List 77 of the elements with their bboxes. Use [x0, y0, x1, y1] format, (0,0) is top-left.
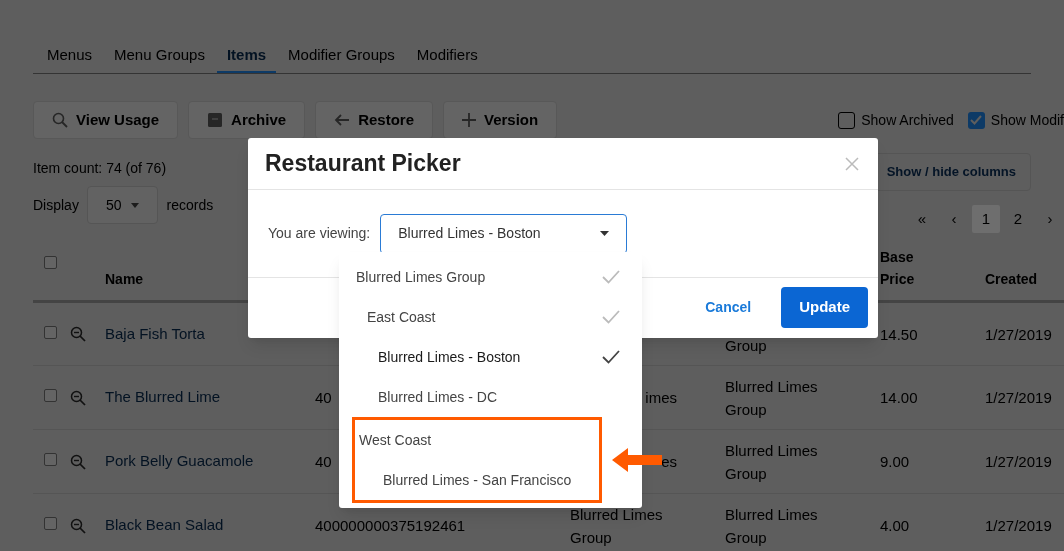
zoom-icon[interactable]: [70, 326, 86, 342]
checkbox-label: Show Modif: [990, 110, 1064, 130]
page-button[interactable]: ‹: [940, 205, 968, 233]
item-link[interactable]: Black Bean Salad: [105, 516, 224, 534]
table-cell-text: Blurred Limes Group: [725, 440, 819, 484]
archive-icon: [207, 112, 224, 128]
caret-icon: [131, 202, 140, 208]
table-cell: 1/27/2019: [985, 389, 1052, 406]
table-cell: 4.00: [880, 517, 910, 534]
check-icon: [602, 310, 620, 324]
page-button[interactable]: 2: [1004, 205, 1032, 233]
dialog-title: Restaurant Picker: [265, 149, 461, 179]
table-cell-text: Blurred Limes Group: [725, 376, 819, 420]
item-link[interactable]: Baja Fish Torta: [105, 324, 205, 342]
arrow-icon: [612, 448, 662, 472]
tab[interactable]: Menus: [37, 40, 103, 73]
toolbar-button[interactable]: Version: [443, 101, 558, 139]
page-button[interactable]: «: [908, 205, 936, 233]
tab[interactable]: Items: [216, 40, 277, 73]
table-cell-text: Blurred Limes Group: [570, 504, 664, 548]
row-checkbox[interactable]: [44, 389, 57, 402]
item-link[interactable]: Pork Belly Guacamole: [105, 452, 254, 470]
table-cell: 1/27/2019: [985, 517, 1052, 534]
table-cell: 1/27/2019: [985, 325, 1052, 343]
table-cell-text: imes: [645, 388, 677, 408]
table-cell: 400000000375192461: [315, 517, 466, 534]
page-button[interactable]: 1: [972, 205, 1000, 233]
page-button[interactable]: ›: [1036, 205, 1064, 233]
row-checkbox[interactable]: [44, 517, 57, 530]
table-cell: 9.00: [880, 453, 910, 470]
checkbox[interactable]: [967, 111, 985, 129]
caret-icon: [600, 231, 610, 236]
dropdown-item[interactable]: Blurred Limes - DC: [339, 377, 642, 417]
search-icon: [52, 112, 68, 128]
cancel-button[interactable]: Cancel: [705, 296, 752, 318]
item-count: Item count: 74 (of 76): [33, 159, 168, 178]
update-button[interactable]: Update: [781, 286, 868, 328]
tab[interactable]: Modifier Groups: [278, 40, 405, 73]
table-cell: 1/27/2019: [985, 453, 1052, 470]
dropdown-item[interactable]: East Coast: [339, 297, 642, 337]
display-label: Display: [33, 195, 79, 215]
records-label: records: [166, 195, 214, 215]
column-header: Base Price: [880, 248, 916, 289]
tab[interactable]: Modifiers: [406, 40, 488, 73]
zoom-icon[interactable]: [70, 389, 86, 406]
toolbar-button[interactable]: Archive: [188, 101, 306, 139]
column-header: Created: [985, 271, 1038, 287]
dropdown-item[interactable]: Blurred Limes - Boston: [339, 337, 642, 377]
checkbox-label: Show Archived: [861, 110, 954, 130]
row-checkbox[interactable]: [44, 453, 57, 466]
close-icon[interactable]: [845, 156, 859, 171]
zoom-icon[interactable]: [70, 453, 86, 470]
dropdown-item[interactable]: Blurred Limes Group: [339, 257, 642, 297]
table-cell-text: Blurred Limes Group: [725, 504, 819, 548]
page-size-select[interactable]: 50: [86, 186, 159, 224]
table-cell: 14.50: [880, 325, 918, 343]
row-checkbox[interactable]: [44, 325, 57, 339]
row-checkbox[interactable]: [44, 256, 57, 269]
toolbar-button[interactable]: Restore: [315, 101, 433, 139]
plus-icon: [462, 113, 476, 127]
check-icon: [602, 270, 620, 284]
viewing-label: You are viewing:: [268, 224, 371, 243]
dropdown-item[interactable]: Blurred Limes - San Francisco: [355, 460, 599, 500]
column-header: Name: [105, 271, 144, 287]
table-cell: 14.00: [880, 389, 918, 406]
check-icon: [602, 350, 620, 364]
table-cell: 40: [315, 453, 332, 470]
dropdown-item[interactable]: West Coast: [355, 420, 599, 460]
item-link[interactable]: The Blurred Lime: [105, 388, 221, 406]
checkbox[interactable]: [838, 111, 856, 129]
table-cell-text: es: [661, 452, 677, 472]
tab[interactable]: Menu Groups: [104, 40, 215, 73]
toolbar-button[interactable]: View Usage: [33, 101, 179, 139]
table-cell: 40: [315, 389, 332, 406]
zoom-icon[interactable]: [70, 517, 86, 534]
table-cell-text: Group: [725, 335, 767, 356]
left-arrow-icon: [334, 112, 351, 128]
